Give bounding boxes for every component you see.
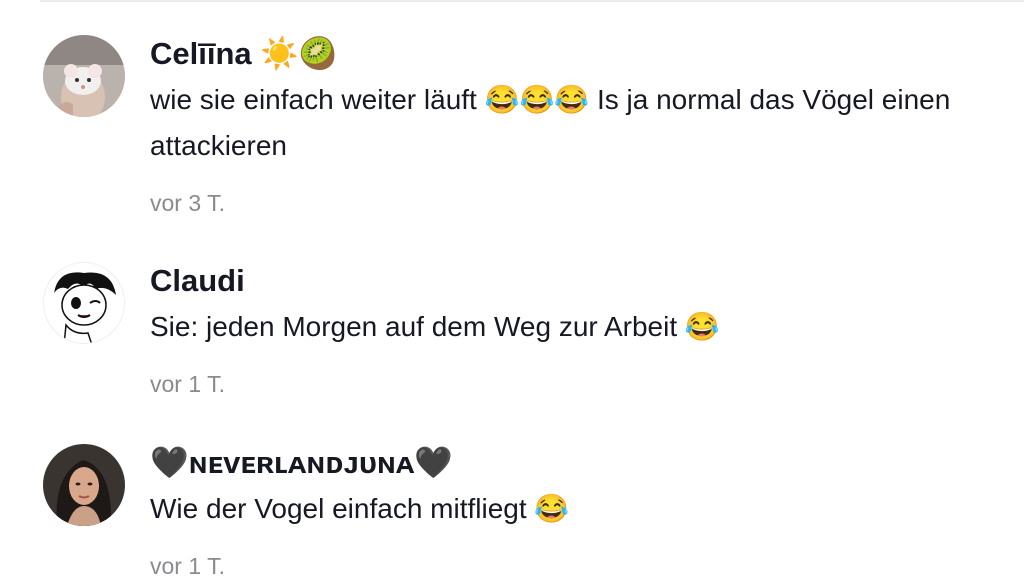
comment-username[interactable]: Claudi	[150, 262, 984, 300]
rat-photo-avatar-icon	[43, 35, 125, 117]
comment-username[interactable]: 🖤ɴᴇᴠᴇʀʟᴀɴᴅᴊᴜɴᴀ🖤	[150, 444, 984, 482]
comment-text: Wie der Vogel einfach mitfliegt 😂	[150, 493, 570, 524]
divider	[40, 0, 1024, 2]
user-avatar[interactable]	[43, 444, 125, 526]
comment-list: Celīīna ☀️🥝 wie sie einfach weiter läuft…	[0, 0, 1024, 586]
user-avatar[interactable]	[43, 35, 125, 117]
user-avatar[interactable]	[43, 262, 125, 344]
comment-timestamp: vor 1 T.	[150, 553, 225, 579]
comment-timestamp: vor 3 T.	[150, 190, 225, 216]
comment-text: wie sie einfach weiter läuft 😂😂😂 Is ja n…	[150, 84, 951, 161]
betty-boop-avatar-icon	[44, 263, 124, 343]
comment-timestamp: vor 1 T.	[150, 371, 225, 397]
comment-text: Sie: jeden Morgen auf dem Weg zur Arbeit…	[150, 311, 720, 342]
woman-photo-avatar-icon	[43, 444, 125, 526]
comment-username[interactable]: Celīīna ☀️🥝	[150, 35, 984, 73]
